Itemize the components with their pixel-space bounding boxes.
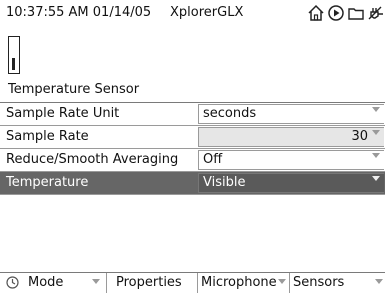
setting-label: Sample Rate Unit	[6, 106, 120, 121]
status-bar: 10:37:55 AM 01/14/05 XplorerGLX	[0, 0, 385, 26]
status-date-value: 01/14/05	[92, 5, 152, 20]
sensor-settings-list: Sample Rate Unit seconds Sample Rate 30 …	[0, 102, 385, 195]
microphone-label: Microphone	[201, 275, 277, 290]
microphone-soft-key[interactable]: Microphone	[199, 273, 287, 293]
setting-label: Reduce/Smooth Averaging	[6, 152, 179, 167]
dropdown-arrow-icon	[372, 176, 380, 181]
sample-rate-unit-dropdown[interactable]: seconds	[198, 104, 384, 124]
dropdown-arrow-icon	[372, 107, 380, 112]
setting-row-sample-rate-unit[interactable]: Sample Rate Unit seconds	[0, 103, 385, 126]
sensor-title: Temperature Sensor	[8, 82, 140, 97]
setting-label: Sample Rate	[6, 129, 89, 144]
setting-row-temperature[interactable]: Temperature Visible	[0, 172, 385, 195]
dropdown-arrow-icon	[92, 279, 100, 284]
thermometer-sensor-icon	[8, 36, 20, 74]
mode-label: Mode	[28, 275, 64, 290]
setting-value: Visible	[203, 175, 246, 190]
status-time-value: 10:37:55 AM	[6, 5, 89, 20]
setting-row-reduce-smooth-averaging[interactable]: Reduce/Smooth Averaging Off	[0, 149, 385, 172]
mode-soft-key[interactable]: Mode	[4, 273, 104, 293]
play-icon[interactable]	[327, 4, 345, 22]
setting-row-sample-rate[interactable]: Sample Rate 30	[0, 126, 385, 149]
setting-value: Off	[203, 152, 223, 167]
status-time: 10:37:55 AM 01/14/05	[6, 0, 151, 26]
setting-label: Temperature	[6, 175, 89, 190]
status-icons	[305, 4, 385, 22]
power-plug-icon	[368, 6, 383, 20]
clock-icon	[6, 276, 19, 289]
soft-key-divider	[289, 273, 290, 293]
setting-value: 30	[351, 129, 368, 144]
folder-icon[interactable]	[347, 4, 365, 22]
dropdown-arrow-icon	[372, 153, 380, 158]
soft-key-divider	[106, 273, 107, 293]
app-title: XplorerGLX	[170, 5, 244, 20]
home-icon[interactable]	[307, 4, 325, 22]
sample-rate-dropdown[interactable]: 30	[198, 127, 384, 147]
soft-key-bar: Mode Properties Microphone Sensors	[0, 272, 385, 293]
temperature-visibility-dropdown[interactable]: Visible	[198, 173, 384, 193]
setting-value: seconds	[203, 106, 257, 121]
averaging-dropdown[interactable]: Off	[198, 150, 384, 170]
soft-key-divider	[197, 273, 198, 293]
sensors-label: Sensors	[293, 275, 345, 290]
sensors-soft-key[interactable]: Sensors	[291, 273, 385, 293]
dropdown-arrow-icon	[372, 130, 380, 135]
thermometer-level	[12, 58, 15, 70]
dropdown-arrow-icon	[375, 279, 383, 284]
properties-soft-key[interactable]: Properties	[108, 273, 196, 293]
properties-label: Properties	[116, 275, 182, 290]
dropdown-arrow-icon	[278, 279, 286, 284]
